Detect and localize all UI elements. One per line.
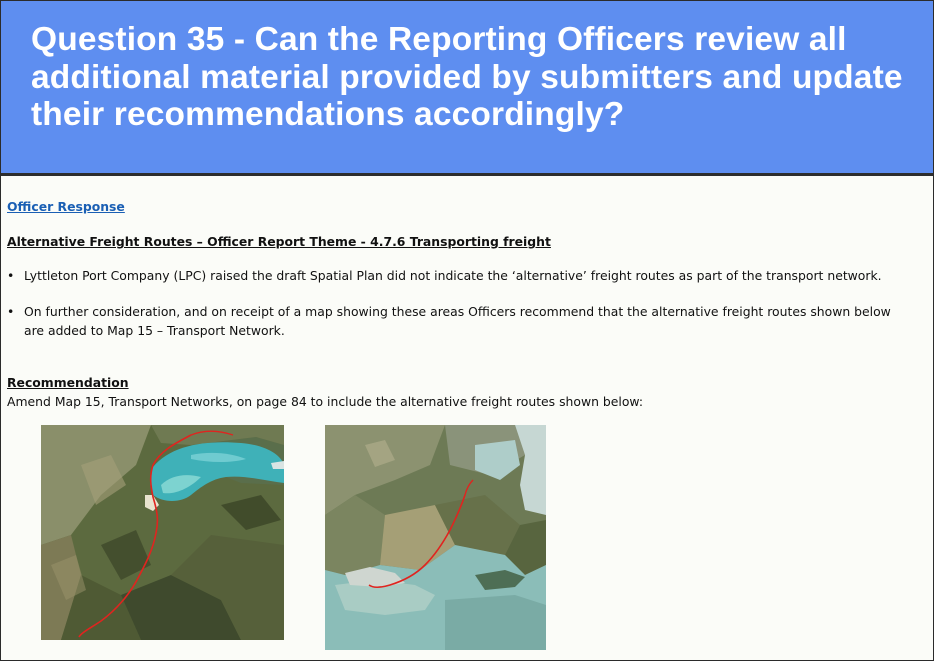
officer-response-link[interactable]: Officer Response [7,197,125,216]
list-item: • Lyttleton Port Company (LPC) raised th… [7,266,912,285]
wide-map-image [325,425,546,650]
slide-header: Question 35 - Can the Reporting Officers… [1,1,933,176]
bullet-dot: • [7,304,15,319]
recommendation-text: Amend Map 15, Transport Networks, on pag… [7,394,644,409]
list-item: • On further consideration, and on recei… [7,302,912,340]
recommendation-heading: Recommendation [7,375,129,390]
slide: Question 35 - Can the Reporting Officers… [0,0,934,661]
slide-content: Officer Response Alternative Freight Rou… [1,176,933,660]
harbour-map-image [41,425,284,640]
bullet-list: • Lyttleton Port Company (LPC) raised th… [7,266,912,357]
freight-route-map-harbour [41,425,284,640]
slide-title: Question 35 - Can the Reporting Officers… [31,21,903,133]
bullet-dot: • [7,268,15,283]
bullet-text: On further consideration, and on receipt… [24,304,891,338]
freight-route-map-wide [325,425,546,650]
bullet-text: Lyttleton Port Company (LPC) raised the … [24,268,882,283]
theme-heading: Alternative Freight Routes – Officer Rep… [7,234,551,249]
